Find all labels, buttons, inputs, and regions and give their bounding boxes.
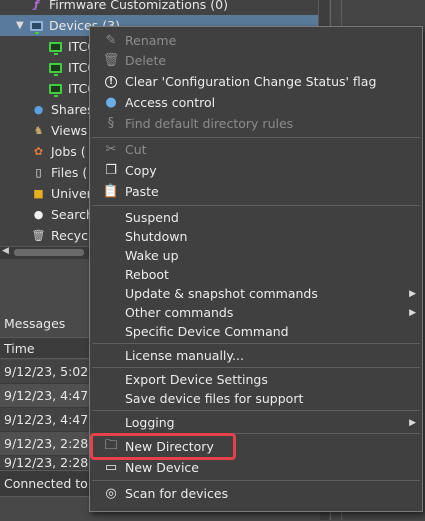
new-device-icon: ▭ — [104, 460, 118, 475]
menu-item-specific-command[interactable]: Specific Device Command — [90, 322, 422, 341]
scissors-icon: ✂ — [105, 142, 117, 157]
tree-item-label: Recycl — [51, 228, 92, 243]
tree-item-label: Jobs ( — [51, 144, 86, 159]
menu-item-logging[interactable]: Logging ▶ — [90, 413, 422, 432]
submenu-arrow-icon: ▶ — [409, 307, 416, 318]
submenu-arrow-icon: ▶ — [409, 288, 416, 299]
tree-item-label: Firmware Customizations (0) — [49, 0, 228, 12]
new-folder-icon: 🗀 — [104, 437, 118, 453]
rules-icon: § — [107, 116, 115, 131]
menu-item-cut[interactable]: ✂ Cut — [90, 140, 422, 159]
menu-item-update-snapshot[interactable]: Update & snapshot commands ▶ — [90, 284, 422, 303]
universal-icon: ■ — [33, 187, 44, 200]
menu-item-save-support-files[interactable]: Save device files for support — [90, 389, 422, 408]
menu-item-new-device[interactable]: ▭ New Device — [90, 458, 422, 477]
user-icon: ● — [33, 103, 44, 116]
menu-item-delete[interactable]: 🗑 Delete — [90, 51, 422, 70]
trash-icon: 🗑 — [102, 53, 120, 68]
menu-item-paste[interactable]: 📋 Paste — [90, 182, 422, 201]
menu-separator — [92, 205, 420, 206]
context-menu: ✎ Rename 🗑 Delete ! Clear 'Configuration… — [89, 26, 423, 512]
tree-item-label: Shares — [51, 102, 94, 117]
tree-item-label: Views — [51, 123, 88, 138]
menu-item-license[interactable]: License manually... — [90, 346, 422, 365]
menu-item-rename[interactable]: ✎ Rename — [90, 31, 422, 50]
menu-item-clear-flag[interactable]: ! Clear 'Configuration Change Status' fl… — [90, 72, 422, 91]
scrollbar-thumb[interactable] — [14, 249, 84, 256]
file-icon: ▯ — [35, 166, 42, 179]
menu-item-scan-devices[interactable]: ◎ Scan for devices — [90, 484, 422, 503]
menu-separator — [92, 480, 420, 481]
menu-item-export-settings[interactable]: Export Device Settings — [90, 370, 422, 389]
monitor-icon — [49, 82, 62, 97]
menu-item-shutdown[interactable]: Shutdown — [90, 227, 422, 246]
scan-icon: ◎ — [105, 486, 117, 501]
menu-item-find-rules[interactable]: § Find default directory rules — [90, 114, 422, 133]
menu-item-access-control[interactable]: ● Access control — [90, 93, 422, 112]
tree-item-label: Univer — [51, 186, 92, 201]
scroll-left-icon[interactable]: ◀ — [2, 246, 9, 256]
monitor-icon — [49, 40, 62, 55]
jobs-icon: ✿ — [33, 145, 44, 158]
search-icon: ● — [33, 208, 44, 221]
views-icon: ♞ — [33, 124, 44, 137]
pencil-icon: ✎ — [105, 33, 117, 48]
expand-arrow-icon[interactable]: ▼ — [16, 20, 26, 31]
menu-item-reboot[interactable]: Reboot — [90, 265, 422, 284]
menu-separator — [92, 433, 420, 434]
info-circle-icon: ! — [103, 74, 119, 90]
submenu-arrow-icon: ▶ — [409, 417, 416, 428]
menu-separator — [92, 343, 420, 344]
menu-separator — [92, 137, 420, 138]
menu-separator — [92, 367, 420, 368]
menu-item-other-commands[interactable]: Other commands ▶ — [90, 303, 422, 322]
firmware-icon: ƒ — [34, 0, 39, 11]
tree-item-firmware[interactable]: ƒ Firmware Customizations (0) — [0, 0, 318, 15]
menu-item-wake-up[interactable]: Wake up — [90, 246, 422, 265]
user-icon: ● — [105, 95, 117, 110]
devices-icon — [30, 19, 43, 34]
tree-item-label: Search — [51, 207, 94, 222]
trash-icon: 🗑 — [31, 229, 46, 242]
menu-separator — [92, 410, 420, 411]
paste-icon: 📋 — [102, 184, 120, 199]
tree-item-label: Files ( — [51, 165, 88, 180]
menu-item-copy[interactable]: ❐ Copy — [90, 161, 422, 180]
menu-item-suspend[interactable]: Suspend — [90, 208, 422, 227]
menu-item-new-directory[interactable]: 🗀 New Directory — [90, 437, 422, 456]
copy-icon: ❐ — [105, 163, 117, 178]
monitor-icon — [49, 61, 62, 76]
